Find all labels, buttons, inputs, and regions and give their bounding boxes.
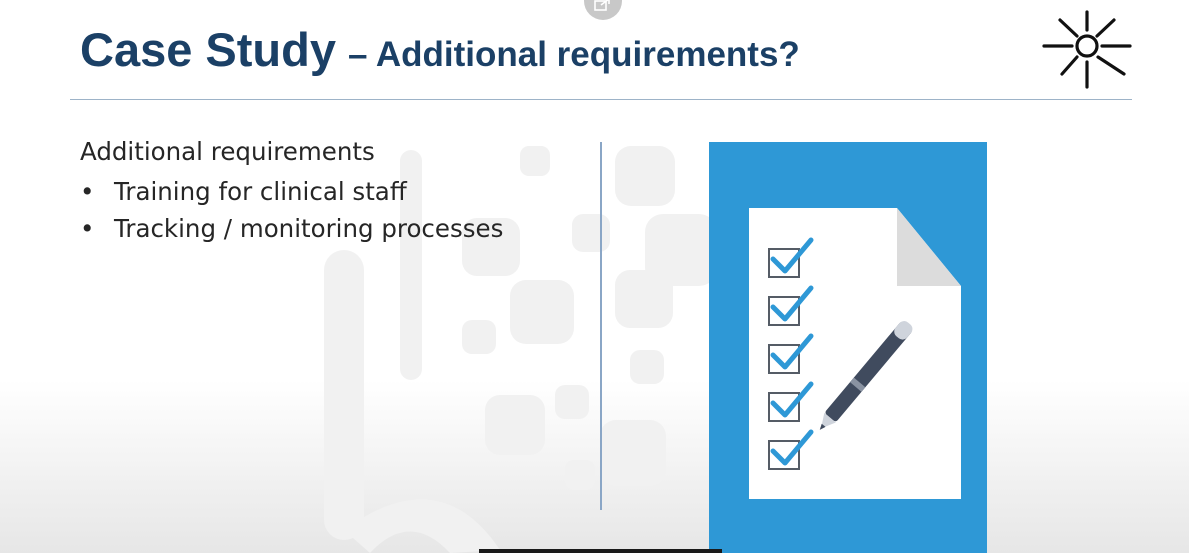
bullet-item: • Tracking / monitoring processes <box>80 210 503 247</box>
popout-icon <box>594 0 610 11</box>
vertical-divider <box>600 142 602 510</box>
checklist-illustration <box>709 142 987 553</box>
bottom-progress-bar <box>479 549 722 553</box>
bullet-list: • Training for clinical staff • Tracking /… <box>80 173 503 247</box>
title-main: Case Study <box>80 23 336 76</box>
slide-content: Additional requirements • Training for cl… <box>80 136 503 247</box>
bullet-glyph: • <box>80 177 95 206</box>
content-heading: Additional requirements <box>80 137 375 166</box>
title-divider <box>70 99 1132 100</box>
bullet-glyph: • <box>80 214 95 243</box>
checklist-with-pen-icon <box>749 208 961 499</box>
popout-button[interactable] <box>584 0 622 20</box>
sun-logo-icon <box>1042 10 1132 89</box>
bullet-text: Tracking / monitoring processes <box>114 214 504 243</box>
slide-title: Case Study – Additional requirements? <box>80 22 800 77</box>
bullet-text: Training for clinical staff <box>114 177 407 206</box>
title-subtitle: – Additional requirements? <box>347 35 800 74</box>
bullet-item: • Training for clinical staff <box>80 173 503 210</box>
